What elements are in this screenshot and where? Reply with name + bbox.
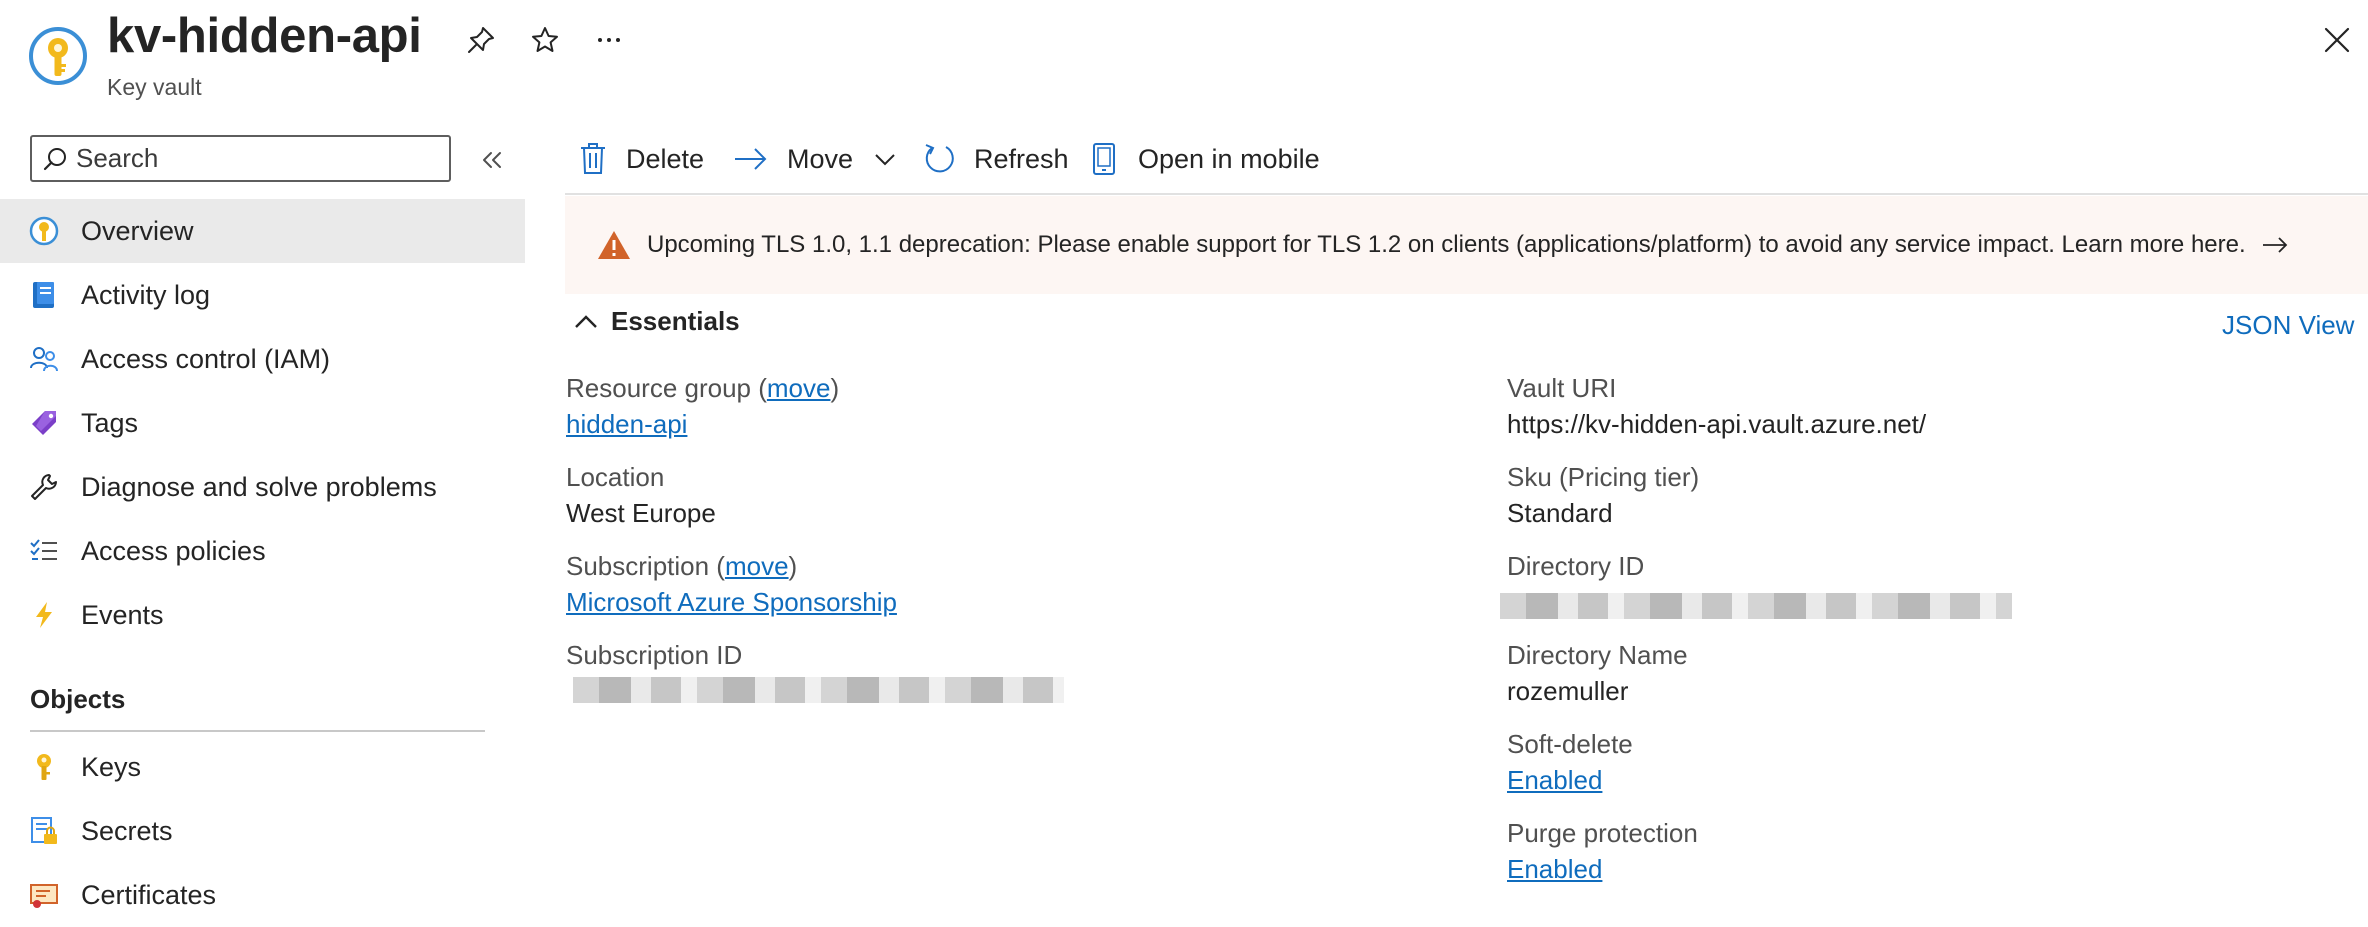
objects-section-heading: Objects <box>30 684 126 714</box>
directory-id-redacted <box>1500 593 2012 619</box>
people-icon <box>28 343 60 375</box>
arrow-right-icon[interactable] <box>2262 235 2288 255</box>
certificate-icon <box>28 879 60 911</box>
json-view-link[interactable]: JSON View <box>2222 310 2354 341</box>
sku-label: Sku (Pricing tier) <box>1507 462 1700 492</box>
resource-group-label: Resource group (move) <box>566 373 840 403</box>
sidebar-item-label: Activity log <box>81 279 211 310</box>
sidebar-item-events[interactable]: Events <box>0 583 525 647</box>
sku-value: Standard <box>1507 498 1613 528</box>
sidebar-item-label: Overview <box>81 215 194 246</box>
purge-protection-label: Purge protection <box>1507 818 1698 848</box>
checklist-icon <box>28 535 60 567</box>
arrow-right-icon <box>733 144 769 174</box>
sidebar-item-access-control[interactable]: Access control (IAM) <box>0 327 525 391</box>
command-bar-divider <box>565 193 2368 195</box>
pin-button[interactable] <box>459 18 503 62</box>
essentials-heading: Essentials <box>611 306 740 336</box>
chevron-up-icon <box>573 309 599 335</box>
soft-delete-value-link[interactable]: Enabled <box>1507 765 1602 796</box>
collapse-sidebar-button[interactable] <box>472 140 512 180</box>
sidebar-item-label: Keys <box>81 751 142 782</box>
directory-name-label: Directory Name <box>1507 640 1688 670</box>
key-vault-icon <box>28 215 60 247</box>
sidebar-item-label: Tags <box>81 407 139 438</box>
refresh-icon <box>922 142 956 176</box>
open-in-mobile-label: Open in mobile <box>1138 143 1320 174</box>
delete-label: Delete <box>626 143 705 174</box>
star-icon <box>532 27 558 52</box>
location-value: West Europe <box>566 498 716 528</box>
sidebar-item-diagnose[interactable]: Diagnose and solve problems <box>0 455 525 519</box>
secret-icon <box>28 815 60 847</box>
resource-group-move-link[interactable]: move <box>767 373 831 403</box>
subscription-id-redacted <box>573 677 1064 703</box>
move-label: Move <box>787 143 854 174</box>
close-button[interactable] <box>2315 18 2359 62</box>
sidebar-item-secrets[interactable]: Secrets <box>0 799 525 863</box>
sidebar-item-tags[interactable]: Tags <box>0 391 525 455</box>
tls-deprecation-banner[interactable]: Upcoming TLS 1.0, 1.1 deprecation: Pleas… <box>565 196 2368 294</box>
sidebar-item-label: Certificates <box>81 879 217 910</box>
section-divider <box>30 730 485 732</box>
warning-icon <box>597 230 631 260</box>
key-vault-icon <box>28 26 88 86</box>
subscription-label-text: Subscription <box>566 551 710 581</box>
sidebar-item-label: Events <box>81 599 164 630</box>
key-icon <box>28 751 60 783</box>
move-button[interactable]: Move <box>733 134 897 184</box>
wrench-icon <box>28 471 60 503</box>
activity-log-icon <box>28 279 60 311</box>
vault-uri-value: https://kv-hidden-api.vault.azure.net/ <box>1507 409 1927 439</box>
trash-icon <box>578 142 608 176</box>
sidebar-search[interactable] <box>30 135 451 182</box>
refresh-button[interactable]: Refresh <box>922 134 1069 184</box>
subscription-id-label: Subscription ID <box>566 640 743 670</box>
subscription-label: Subscription (move) <box>566 551 798 581</box>
favorite-button[interactable] <box>523 18 567 62</box>
search-input[interactable] <box>76 143 416 174</box>
subscription-move-link[interactable]: move <box>725 551 789 581</box>
resource-type-label: Key vault <box>107 74 202 100</box>
essentials-toggle[interactable]: Essentials <box>573 306 740 337</box>
search-icon <box>42 146 68 172</box>
mobile-device-icon <box>1092 142 1116 176</box>
purge-protection-value-link[interactable]: Enabled <box>1507 854 1602 885</box>
close-icon <box>2324 27 2350 53</box>
pin-icon <box>468 27 494 53</box>
directory-name-value: rozemuller <box>1507 676 1629 706</box>
resource-group-value-link[interactable]: hidden-api <box>566 409 687 440</box>
lightning-icon <box>28 599 60 631</box>
sidebar-item-keys[interactable]: Keys <box>0 735 525 799</box>
sidebar-item-label: Access policies <box>81 535 266 566</box>
sidebar-item-label: Access control (IAM) <box>81 343 331 374</box>
sidebar-item-certificates[interactable]: Certificates <box>0 863 525 927</box>
chevron-down-icon <box>873 147 897 171</box>
subscription-value-link[interactable]: Microsoft Azure Sponsorship <box>566 587 897 618</box>
delete-button[interactable]: Delete <box>578 134 704 184</box>
refresh-label: Refresh <box>974 143 1069 174</box>
sidebar-item-label: Diagnose and solve problems <box>81 471 437 502</box>
vault-uri-label: Vault URI <box>1507 373 1617 403</box>
sidebar-item-overview[interactable]: Overview <box>0 199 525 263</box>
double-chevron-left-icon <box>483 152 501 168</box>
resource-group-label-text: Resource group <box>566 373 751 403</box>
soft-delete-label: Soft-delete <box>1507 729 1633 759</box>
tag-icon <box>28 407 60 439</box>
ellipsis-icon <box>598 38 620 42</box>
directory-id-label: Directory ID <box>1507 551 1645 581</box>
location-label: Location <box>566 462 665 492</box>
sidebar-item-activity-log[interactable]: Activity log <box>0 263 525 327</box>
page-title: kv-hidden-api <box>107 9 422 63</box>
open-in-mobile-button[interactable]: Open in mobile <box>1092 134 1320 184</box>
sidebar-item-access-policies[interactable]: Access policies <box>0 519 525 583</box>
banner-message: Upcoming TLS 1.0, 1.1 deprecation: Pleas… <box>647 231 2246 258</box>
sidebar-item-label: Secrets <box>81 815 173 846</box>
more-actions-button[interactable] <box>587 18 631 62</box>
